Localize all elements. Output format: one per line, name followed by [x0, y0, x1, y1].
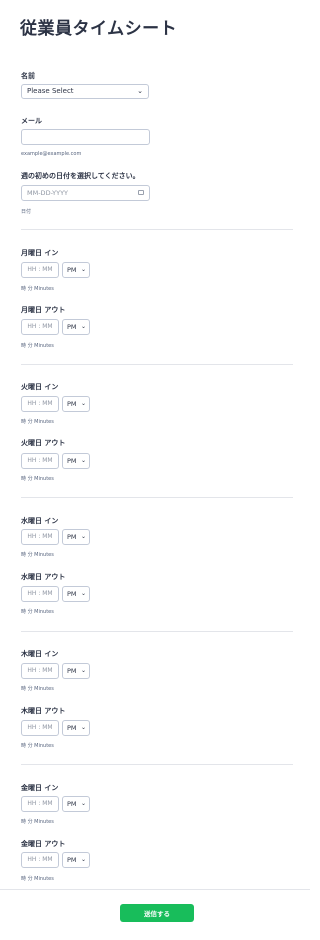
chevron-down-icon: ⌄	[80, 590, 86, 597]
date-sublabel: 日付	[21, 209, 32, 215]
chevron-down-icon: ⌄	[80, 266, 86, 273]
time-sublabel: 時 分 Minutes	[21, 876, 54, 882]
chevron-down-icon: ⌄	[80, 533, 86, 540]
thursday-in-label: 木曜日 イン	[21, 650, 59, 658]
submit-button[interactable]: 送信する	[120, 904, 194, 922]
section-divider	[21, 229, 293, 230]
friday-out-time-input[interactable]: HH : MM	[21, 852, 59, 868]
time-sublabel: 時 分 Minutes	[21, 476, 54, 482]
thursday-out-ampm-select[interactable]: PM ⌄	[62, 720, 90, 736]
monday-out-time-input[interactable]: HH : MM	[21, 319, 59, 335]
monday-out-ampm-select[interactable]: PM ⌄	[62, 319, 90, 335]
friday-out-ampm-select[interactable]: PM ⌄	[62, 852, 90, 868]
time-sublabel: 時 分 Minutes	[21, 552, 54, 558]
chevron-down-icon: ⌄	[80, 400, 86, 407]
section-divider	[21, 497, 293, 498]
name-select-value: Please Select	[27, 87, 74, 95]
ampm-value: PM	[67, 800, 77, 808]
tuesday-out-ampm-select[interactable]: PM ⌄	[62, 453, 90, 469]
ampm-value: PM	[67, 724, 77, 732]
ampm-value: PM	[67, 590, 77, 598]
time-sublabel: 時 分 Minutes	[21, 819, 54, 825]
time-sublabel: 時 分 Minutes	[21, 609, 54, 615]
wednesday-in-ampm-select[interactable]: PM ⌄	[62, 529, 90, 545]
ampm-value: PM	[67, 457, 77, 465]
tuesday-out-label: 火曜日 アウト	[21, 439, 66, 447]
ampm-value: PM	[67, 856, 77, 864]
thursday-in-ampm-select[interactable]: PM ⌄	[62, 663, 90, 679]
time-sublabel: 時 分 Minutes	[21, 686, 54, 692]
section-divider	[21, 364, 293, 365]
week-start-label: 週の初めの日付を選択してください。	[21, 172, 140, 180]
thursday-out-time-input[interactable]: HH : MM	[21, 720, 59, 736]
chevron-down-icon: ⌄	[80, 800, 86, 807]
chevron-down-icon: ⌄	[80, 724, 86, 731]
time-sublabel: 時 分 Minutes	[21, 286, 54, 292]
friday-in-time-input[interactable]: HH : MM	[21, 796, 59, 812]
tuesday-in-label: 火曜日 イン	[21, 383, 59, 391]
tuesday-in-ampm-select[interactable]: PM ⌄	[62, 396, 90, 412]
tuesday-in-time-input[interactable]: HH : MM	[21, 396, 59, 412]
chevron-down-icon: ⌄	[80, 667, 86, 674]
wednesday-out-label: 水曜日 アウト	[21, 573, 66, 581]
thursday-in-time-input[interactable]: HH : MM	[21, 663, 59, 679]
time-sublabel: 時 分 Minutes	[21, 743, 54, 749]
friday-out-label: 金曜日 アウト	[21, 840, 66, 848]
name-label: 名前	[21, 72, 35, 80]
thursday-out-label: 木曜日 アウト	[21, 707, 66, 715]
wednesday-out-ampm-select[interactable]: PM ⌄	[62, 586, 90, 602]
ampm-value: PM	[67, 323, 77, 331]
ampm-value: PM	[67, 533, 77, 541]
friday-in-ampm-select[interactable]: PM ⌄	[62, 796, 90, 812]
tuesday-out-time-input[interactable]: HH : MM	[21, 453, 59, 469]
chevron-down-icon: ⌄	[80, 323, 86, 330]
email-field[interactable]	[21, 129, 150, 145]
email-sublabel: example@example.com	[21, 151, 82, 157]
week-start-date-input[interactable]: MM-DD-YYYY	[21, 185, 150, 201]
friday-in-label: 金曜日 イン	[21, 784, 59, 792]
wednesday-in-label: 水曜日 イン	[21, 517, 59, 525]
date-placeholder: MM-DD-YYYY	[27, 189, 69, 197]
form-title: 従業員タイムシート	[20, 19, 178, 39]
chevron-down-icon: ⌄	[80, 856, 86, 863]
ampm-value: PM	[67, 266, 77, 274]
ampm-value: PM	[67, 400, 77, 408]
monday-in-label: 月曜日 イン	[21, 249, 59, 257]
section-divider	[21, 764, 293, 765]
calendar-icon[interactable]	[138, 190, 144, 195]
monday-in-time-input[interactable]: HH : MM	[21, 262, 59, 278]
time-sublabel: 時 分 Minutes	[21, 419, 54, 425]
name-select[interactable]: Please Select ⌄	[21, 84, 149, 99]
wednesday-out-time-input[interactable]: HH : MM	[21, 586, 59, 602]
email-label: メール	[21, 117, 42, 125]
footer-divider	[0, 889, 310, 890]
wednesday-in-time-input[interactable]: HH : MM	[21, 529, 59, 545]
ampm-value: PM	[67, 667, 77, 675]
chevron-down-icon: ⌄	[137, 87, 143, 95]
monday-out-label: 月曜日 アウト	[21, 306, 66, 314]
time-sublabel: 時 分 Minutes	[21, 343, 54, 349]
chevron-down-icon: ⌄	[80, 457, 86, 464]
section-divider	[21, 631, 293, 632]
monday-in-ampm-select[interactable]: PM ⌄	[62, 262, 90, 278]
